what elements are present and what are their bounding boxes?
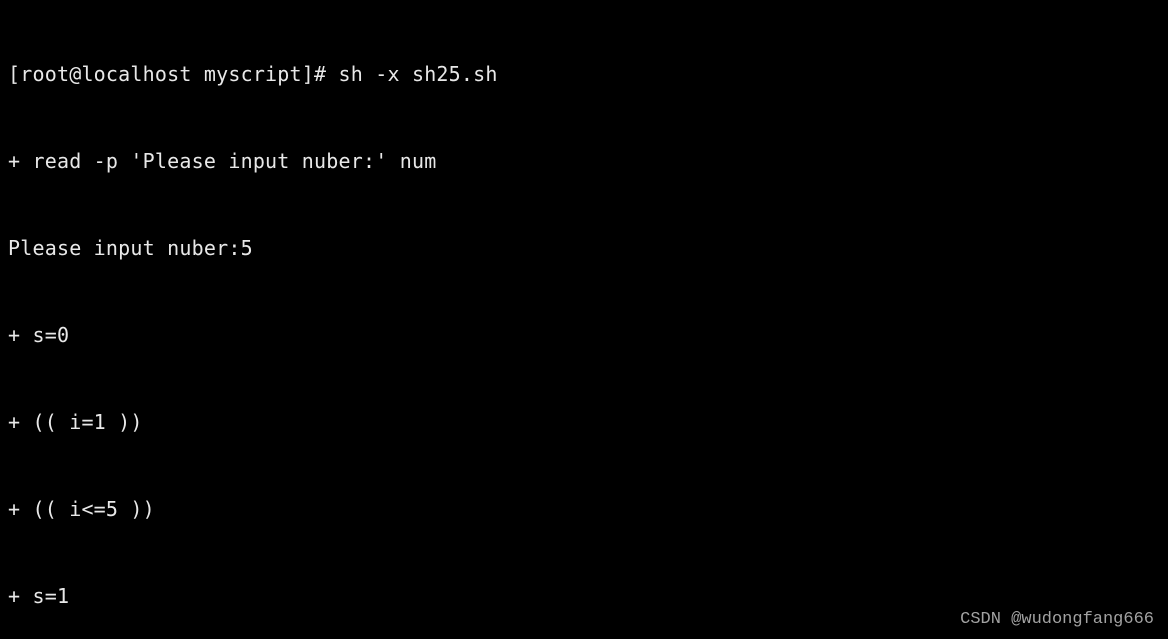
terminal-line: + read -p 'Please input nuber:' num [8,147,1160,176]
terminal-output[interactable]: [root@localhost myscript]# sh -x sh25.sh… [0,0,1168,639]
terminal-line: + (( i=1 )) [8,408,1160,437]
terminal-line: + s=1 [8,582,1160,611]
terminal-line: + (( i<=5 )) [8,495,1160,524]
terminal-line: Please input nuber:5 [8,234,1160,263]
terminal-line: [root@localhost myscript]# sh -x sh25.sh [8,60,1160,89]
terminal-line: + s=0 [8,321,1160,350]
